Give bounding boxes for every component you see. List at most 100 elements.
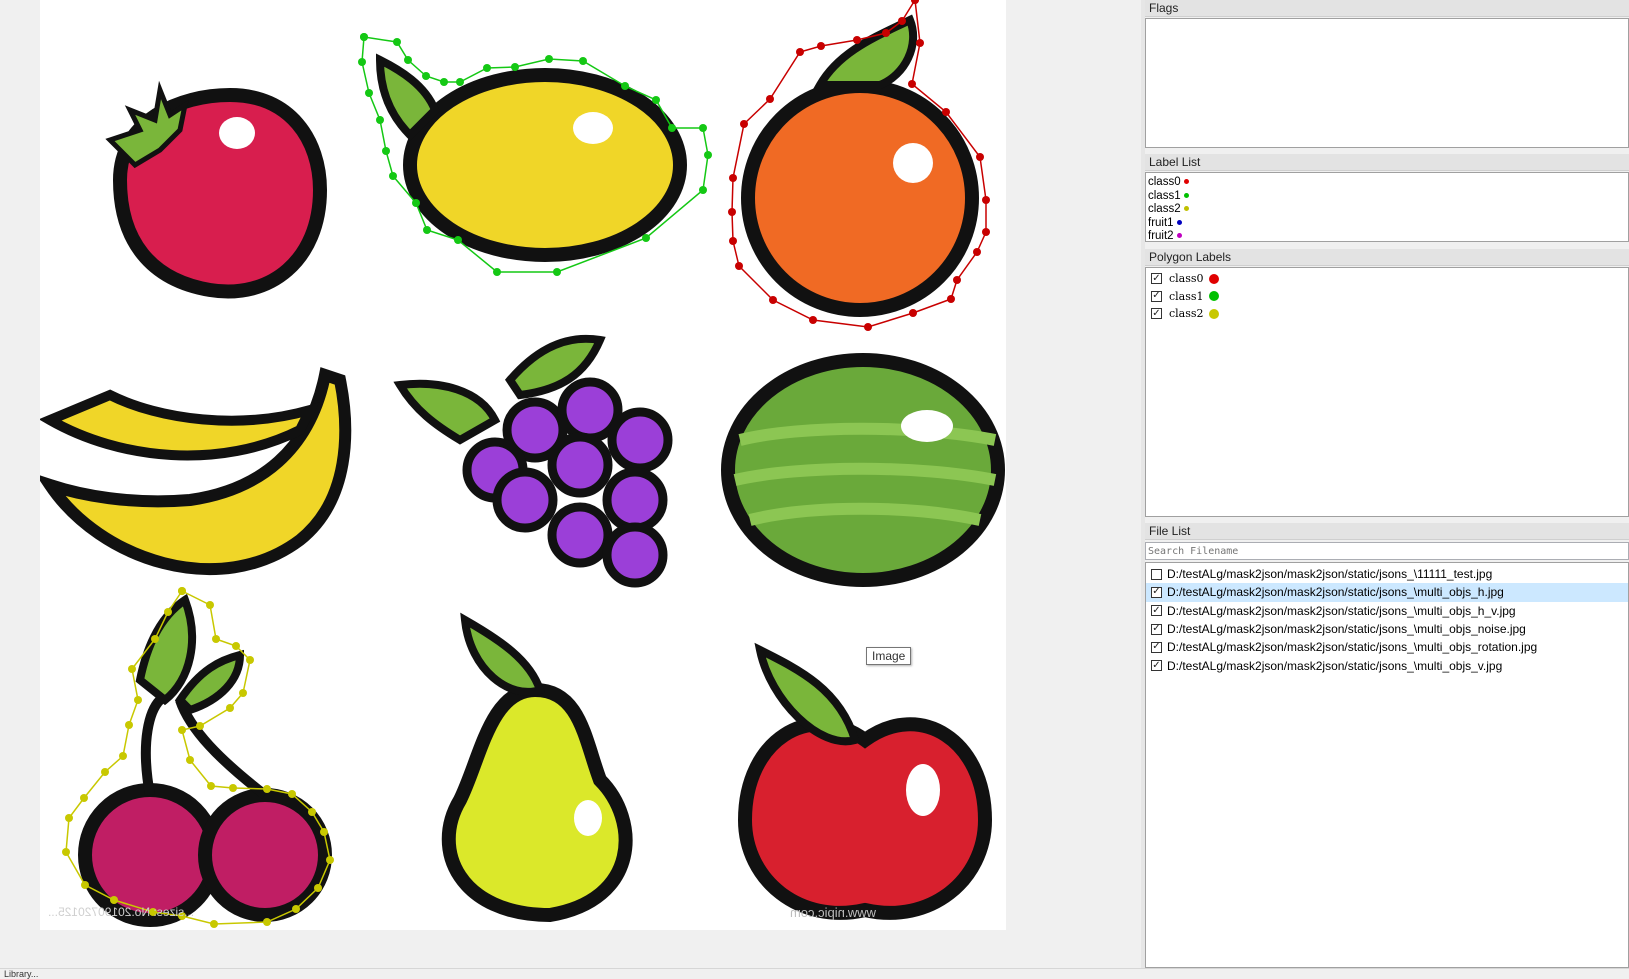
polygon-vertex[interactable] bbox=[292, 905, 300, 913]
polygon-vertex[interactable] bbox=[164, 608, 172, 616]
polygon-vertex[interactable] bbox=[882, 29, 890, 37]
polygon-vertex[interactable] bbox=[853, 36, 861, 44]
polygon-vertex[interactable] bbox=[553, 268, 561, 276]
polygon-vertex[interactable] bbox=[308, 808, 316, 816]
polygon-vertex[interactable] bbox=[358, 58, 366, 66]
checkbox[interactable]: ✓ bbox=[1151, 605, 1162, 617]
polygon-vertex[interactable] bbox=[65, 814, 73, 822]
polygon-vertex[interactable] bbox=[493, 268, 501, 276]
polygon-vertex[interactable] bbox=[916, 39, 924, 47]
file-list[interactable]: D:/testALg/mask2json/mask2json/static/js… bbox=[1145, 562, 1629, 968]
checkbox[interactable]: ✓ bbox=[1151, 308, 1162, 320]
polygon-vertex[interactable] bbox=[212, 635, 220, 643]
polygon-vertex[interactable] bbox=[62, 848, 70, 856]
polygon-vertex[interactable] bbox=[699, 124, 707, 132]
polygon-vertex[interactable] bbox=[125, 721, 133, 729]
label-list-item[interactable]: class1 bbox=[1146, 190, 1628, 204]
polygon-vertex[interactable] bbox=[652, 96, 660, 104]
polygon-vertex[interactable] bbox=[226, 704, 234, 712]
polygon-labels-list[interactable]: ✓ class0 ✓ class1 ✓ class2 bbox=[1145, 267, 1629, 517]
polygon-vertex[interactable] bbox=[206, 601, 214, 609]
polygon-vertex[interactable] bbox=[389, 172, 397, 180]
polygon-vertex[interactable] bbox=[699, 186, 707, 194]
file-list-item[interactable]: ✓ D:/testALg/mask2json/mask2json/static/j… bbox=[1146, 656, 1628, 674]
checkbox[interactable]: ✓ bbox=[1151, 623, 1162, 635]
polygon-vertex[interactable] bbox=[947, 295, 955, 303]
polygon-vertex[interactable] bbox=[909, 309, 917, 317]
polygon-label-item[interactable]: ✓ class2 bbox=[1146, 305, 1628, 323]
polygon-vertex[interactable] bbox=[953, 276, 961, 284]
polygon-vertex[interactable] bbox=[196, 722, 204, 730]
polygon-vertex[interactable] bbox=[186, 756, 194, 764]
checkbox[interactable]: ✓ bbox=[1151, 641, 1162, 653]
polygon-vertex[interactable] bbox=[210, 920, 218, 928]
polygon-vertex[interactable] bbox=[382, 147, 390, 155]
polygon-vertex[interactable] bbox=[976, 153, 984, 161]
polygon-vertex[interactable] bbox=[908, 80, 916, 88]
checkbox[interactable]: ✓ bbox=[1151, 586, 1162, 598]
polygon-vertex[interactable] bbox=[246, 656, 254, 664]
polygon-vertex[interactable] bbox=[423, 226, 431, 234]
polygon-vertex[interactable] bbox=[376, 116, 384, 124]
file-list-item[interactable]: ✓ D:/testALg/mask2json/mask2json/static/j… bbox=[1146, 620, 1628, 638]
polygon-vertex[interactable] bbox=[982, 196, 990, 204]
polygon-vertex[interactable] bbox=[973, 248, 981, 256]
polygon-vertex[interactable] bbox=[288, 790, 296, 798]
polygon-vertex[interactable] bbox=[766, 95, 774, 103]
polygon-vertex[interactable] bbox=[393, 38, 401, 46]
file-list-item[interactable]: ✓ D:/testALg/mask2json/mask2json/static/j… bbox=[1146, 602, 1628, 620]
polygon-label-item[interactable]: ✓ class1 bbox=[1146, 288, 1628, 306]
polygon-vertex[interactable] bbox=[579, 57, 587, 65]
checkbox[interactable] bbox=[1151, 568, 1162, 580]
polygon-vertex[interactable] bbox=[326, 856, 334, 864]
polygon-vertex[interactable] bbox=[729, 237, 737, 245]
polygon-vertex[interactable] bbox=[178, 587, 186, 595]
polygon-vertex[interactable] bbox=[740, 120, 748, 128]
file-list-item[interactable]: ✓ D:/testALg/mask2json/mask2json/static/j… bbox=[1146, 583, 1628, 602]
label-list[interactable]: class0 class1 class2 fruit1 fruit2 bbox=[1145, 172, 1629, 242]
polygon-vertex[interactable] bbox=[404, 56, 412, 64]
polygon-vertex[interactable] bbox=[229, 784, 237, 792]
flags-list[interactable] bbox=[1145, 18, 1629, 148]
polygon-vertex[interactable] bbox=[728, 208, 736, 216]
polygon-vertex[interactable] bbox=[128, 665, 136, 673]
polygon-vertex[interactable] bbox=[545, 55, 553, 63]
label-list-item[interactable]: class0 bbox=[1146, 176, 1628, 190]
checkbox[interactable]: ✓ bbox=[1151, 660, 1162, 672]
label-list-item[interactable]: fruit1 bbox=[1146, 217, 1628, 231]
polygon-vertex[interactable] bbox=[320, 828, 328, 836]
polygon-vertex[interactable] bbox=[817, 42, 825, 50]
polygon-vertex[interactable] bbox=[898, 17, 906, 25]
polygon-vertex[interactable] bbox=[511, 63, 519, 71]
polygon-vertex[interactable] bbox=[80, 794, 88, 802]
polygon-vertex[interactable] bbox=[942, 108, 950, 116]
polygon-vertex[interactable] bbox=[864, 323, 872, 331]
search-filename-input[interactable] bbox=[1145, 542, 1629, 560]
file-list-item[interactable]: D:/testALg/mask2json/mask2json/static/js… bbox=[1146, 565, 1628, 583]
polygon-vertex[interactable] bbox=[119, 752, 127, 760]
polygon-vertex[interactable] bbox=[110, 896, 118, 904]
polygon-vertex[interactable] bbox=[151, 635, 159, 643]
polygon-vertex[interactable] bbox=[440, 78, 448, 86]
label-list-item[interactable]: fruit2 bbox=[1146, 230, 1628, 244]
polygon-vertex[interactable] bbox=[81, 881, 89, 889]
polygon-vertex[interactable] bbox=[796, 48, 804, 56]
polygon-vertex[interactable] bbox=[360, 33, 368, 41]
polygon-vertex[interactable] bbox=[412, 199, 420, 207]
polygon-vertex[interactable] bbox=[454, 236, 462, 244]
canvas-area[interactable]: ...sizes: No.20190720125... www.nipic.co… bbox=[0, 0, 1141, 968]
polygon-vertex[interactable] bbox=[456, 78, 464, 86]
polygon-label-item[interactable]: ✓ class0 bbox=[1146, 270, 1628, 288]
polygon-vertex[interactable] bbox=[134, 696, 142, 704]
polygon-vertex[interactable] bbox=[735, 262, 743, 270]
polygon-vertex[interactable] bbox=[314, 884, 322, 892]
polygon-vertex[interactable] bbox=[207, 782, 215, 790]
polygon-vertex[interactable] bbox=[729, 174, 737, 182]
polygon-vertex[interactable] bbox=[422, 72, 430, 80]
polygon-vertex[interactable] bbox=[101, 768, 109, 776]
polygon-vertex[interactable] bbox=[621, 82, 629, 90]
checkbox[interactable]: ✓ bbox=[1151, 273, 1162, 285]
polygon-vertex[interactable] bbox=[704, 151, 712, 159]
polygon-vertex[interactable] bbox=[982, 228, 990, 236]
label-list-item[interactable]: class2 bbox=[1146, 203, 1628, 217]
